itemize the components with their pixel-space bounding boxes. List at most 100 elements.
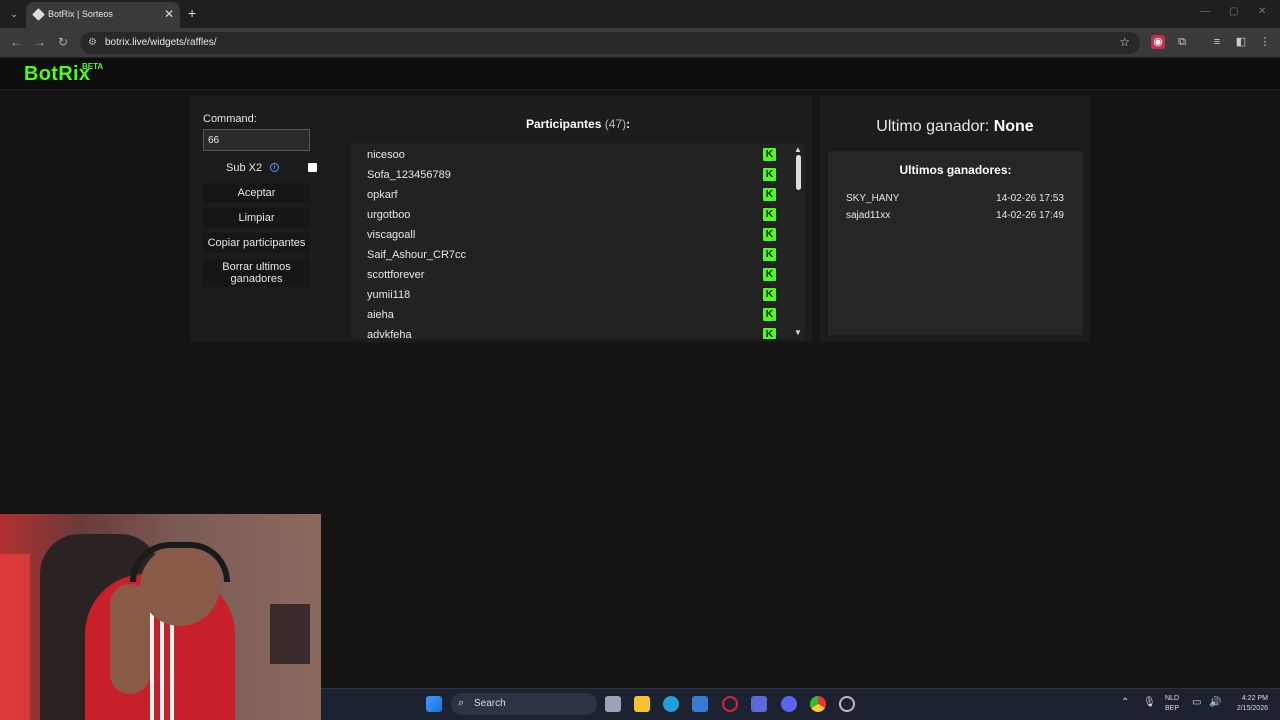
- list-item[interactable]: Sofa_123456789: [367, 169, 451, 181]
- list-item[interactable]: aieha: [367, 309, 394, 321]
- app-header: BotRix BETA: [0, 58, 1280, 90]
- kick-icon: K: [763, 208, 776, 221]
- recent-winners-box: [828, 151, 1083, 335]
- address-bar[interactable]: ⚙ botrix.live/widgets/raffles/ ☆: [80, 32, 1140, 54]
- participants-count: (47): [604, 117, 627, 131]
- profile-icon[interactable]: ◧: [1234, 35, 1248, 49]
- winner-row: SKY_HANY 14-02-26 17:53: [846, 193, 1064, 204]
- browser-toolbar: ← → ↻ ⚙ botrix.live/widgets/raffles/ ☆ ◉…: [0, 28, 1280, 58]
- bookmark-star-icon[interactable]: ☆: [1119, 35, 1130, 49]
- list-item[interactable]: scottforever: [367, 269, 424, 281]
- edge-icon[interactable]: [663, 696, 679, 712]
- forward-icon[interactable]: →: [34, 35, 46, 49]
- kick-icon: K: [763, 248, 776, 261]
- file-explorer-icon[interactable]: [634, 696, 650, 712]
- minimize-icon[interactable]: —: [1200, 6, 1210, 17]
- winner-date: 14-02-26 17:53: [996, 193, 1064, 204]
- kick-icon: K: [763, 188, 776, 201]
- taskbar-search-label: Search: [474, 698, 506, 709]
- kick-icon: K: [763, 148, 776, 161]
- list-item[interactable]: advkfeha: [367, 329, 412, 339]
- tab-title: BotRix | Sorteos: [48, 9, 113, 19]
- list-item[interactable]: urgotboo: [367, 209, 410, 221]
- reload-icon[interactable]: ↻: [58, 35, 68, 49]
- list-item[interactable]: opkarf: [367, 189, 398, 201]
- last-winner: Ultimo ganador: None: [826, 118, 1084, 136]
- winner-name: SKY_HANY: [846, 193, 900, 204]
- botrix-favicon-icon: [32, 8, 45, 21]
- participants-title-suffix: :: [626, 117, 631, 131]
- kick-icon: K: [763, 328, 776, 339]
- delete-winners-label-line2: ganadores: [230, 273, 283, 285]
- participants-list[interactable]: nicesoo K Sofa_123456789 K opkarf K urgo…: [351, 143, 805, 339]
- clear-button[interactable]: Limpiar: [203, 208, 310, 228]
- scroll-up-icon[interactable]: ▲: [794, 145, 802, 154]
- store-icon[interactable]: [692, 696, 708, 712]
- media-queue-icon[interactable]: ≡: [1210, 35, 1224, 49]
- webcam-overlay: [0, 514, 321, 720]
- last-winner-label: Ultimo ganador:: [876, 118, 990, 135]
- cam-led-light: [0, 554, 30, 720]
- tab-search-icon[interactable]: ⌄: [6, 6, 22, 22]
- last-winner-value: None: [993, 118, 1034, 135]
- maximize-icon[interactable]: ▢: [1229, 6, 1238, 17]
- cam-background-shelf: [270, 604, 310, 664]
- display-icon[interactable]: ▭: [1192, 697, 1201, 708]
- start-windows-icon[interactable]: [426, 696, 442, 712]
- delete-winners-button[interactable]: Borrar ultimos ganadores: [203, 259, 310, 287]
- steam-icon[interactable]: [839, 696, 855, 712]
- clock-time: 4:22 PM: [1241, 695, 1268, 702]
- tab-close-icon[interactable]: ✕: [164, 7, 174, 21]
- list-item[interactable]: Saif_Ashour_CR7cc: [367, 249, 466, 261]
- accept-button[interactable]: Aceptar: [203, 183, 310, 203]
- participants-title: Participantes (47):: [526, 117, 630, 131]
- command-label: Command:: [203, 113, 257, 125]
- list-item[interactable]: nicesoo: [367, 149, 405, 161]
- microphone-icon[interactable]: 🎙: [1143, 697, 1156, 708]
- search-icon: ⌕: [458, 697, 465, 709]
- language-indicator[interactable]: NLD BEP: [1165, 694, 1179, 714]
- opera-icon[interactable]: [722, 696, 738, 712]
- taskbar-search[interactable]: ⌕ Search: [451, 693, 597, 715]
- copy-participants-button[interactable]: Copiar participantes: [203, 233, 310, 253]
- volume-icon[interactable]: 🔊: [1209, 697, 1221, 708]
- app-icon[interactable]: [751, 696, 767, 712]
- browser-tabbar: ⌄ BotRix | Sorteos ✕ + — ▢ ✕: [0, 0, 1280, 28]
- chrome-icon[interactable]: [810, 696, 826, 712]
- command-input[interactable]: [203, 129, 310, 151]
- extensions-puzzle-icon[interactable]: ⧉: [1175, 35, 1189, 49]
- scroll-down-icon[interactable]: ▼: [794, 328, 802, 337]
- kick-icon: K: [763, 308, 776, 321]
- participants-title-label: Participantes: [526, 117, 602, 131]
- new-tab-button[interactable]: +: [188, 5, 196, 21]
- scrollbar-thumb[interactable]: [796, 155, 801, 190]
- site-info-icon[interactable]: ⚙: [88, 37, 97, 48]
- task-view-icon[interactable]: [605, 696, 621, 712]
- subx2-checkbox[interactable]: [308, 163, 317, 172]
- winner-row: sajad11xx 14-02-26 17:49: [846, 210, 1064, 221]
- window-close-icon[interactable]: ✕: [1258, 6, 1266, 17]
- winner-name: sajad11xx: [846, 210, 891, 221]
- url-text[interactable]: botrix.live/widgets/raffles/: [105, 37, 217, 48]
- beta-badge: BETA: [82, 62, 104, 71]
- info-icon[interactable]: i: [270, 163, 279, 172]
- list-item[interactable]: yumii118: [367, 289, 410, 301]
- kick-icon: K: [763, 228, 776, 241]
- lang-line1: NLD: [1165, 695, 1180, 702]
- extension-record-icon[interactable]: ◉: [1151, 35, 1165, 49]
- back-icon[interactable]: ←: [10, 35, 22, 49]
- kick-icon: K: [763, 268, 776, 281]
- kick-icon: K: [763, 288, 776, 301]
- taskbar-clock[interactable]: 4:22 PM 2/15/2026: [1228, 694, 1268, 714]
- subx2-label: Sub X2: [226, 162, 263, 174]
- browser-menu-icon[interactable]: ⋮: [1258, 35, 1272, 49]
- browser-tab[interactable]: BotRix | Sorteos ✕: [26, 2, 180, 28]
- lang-line2: BEP: [1165, 705, 1180, 712]
- winner-date: 14-02-26 17:49: [996, 210, 1064, 221]
- list-item[interactable]: viscagoall: [367, 229, 415, 241]
- discord-icon[interactable]: [781, 696, 797, 712]
- tray-chevron-icon[interactable]: ⌃: [1121, 697, 1129, 708]
- botrix-logo[interactable]: BotRix: [24, 63, 90, 86]
- clock-date: 2/15/2026: [1236, 705, 1268, 712]
- recent-winners-title: Ultimos ganadores:: [899, 163, 1012, 177]
